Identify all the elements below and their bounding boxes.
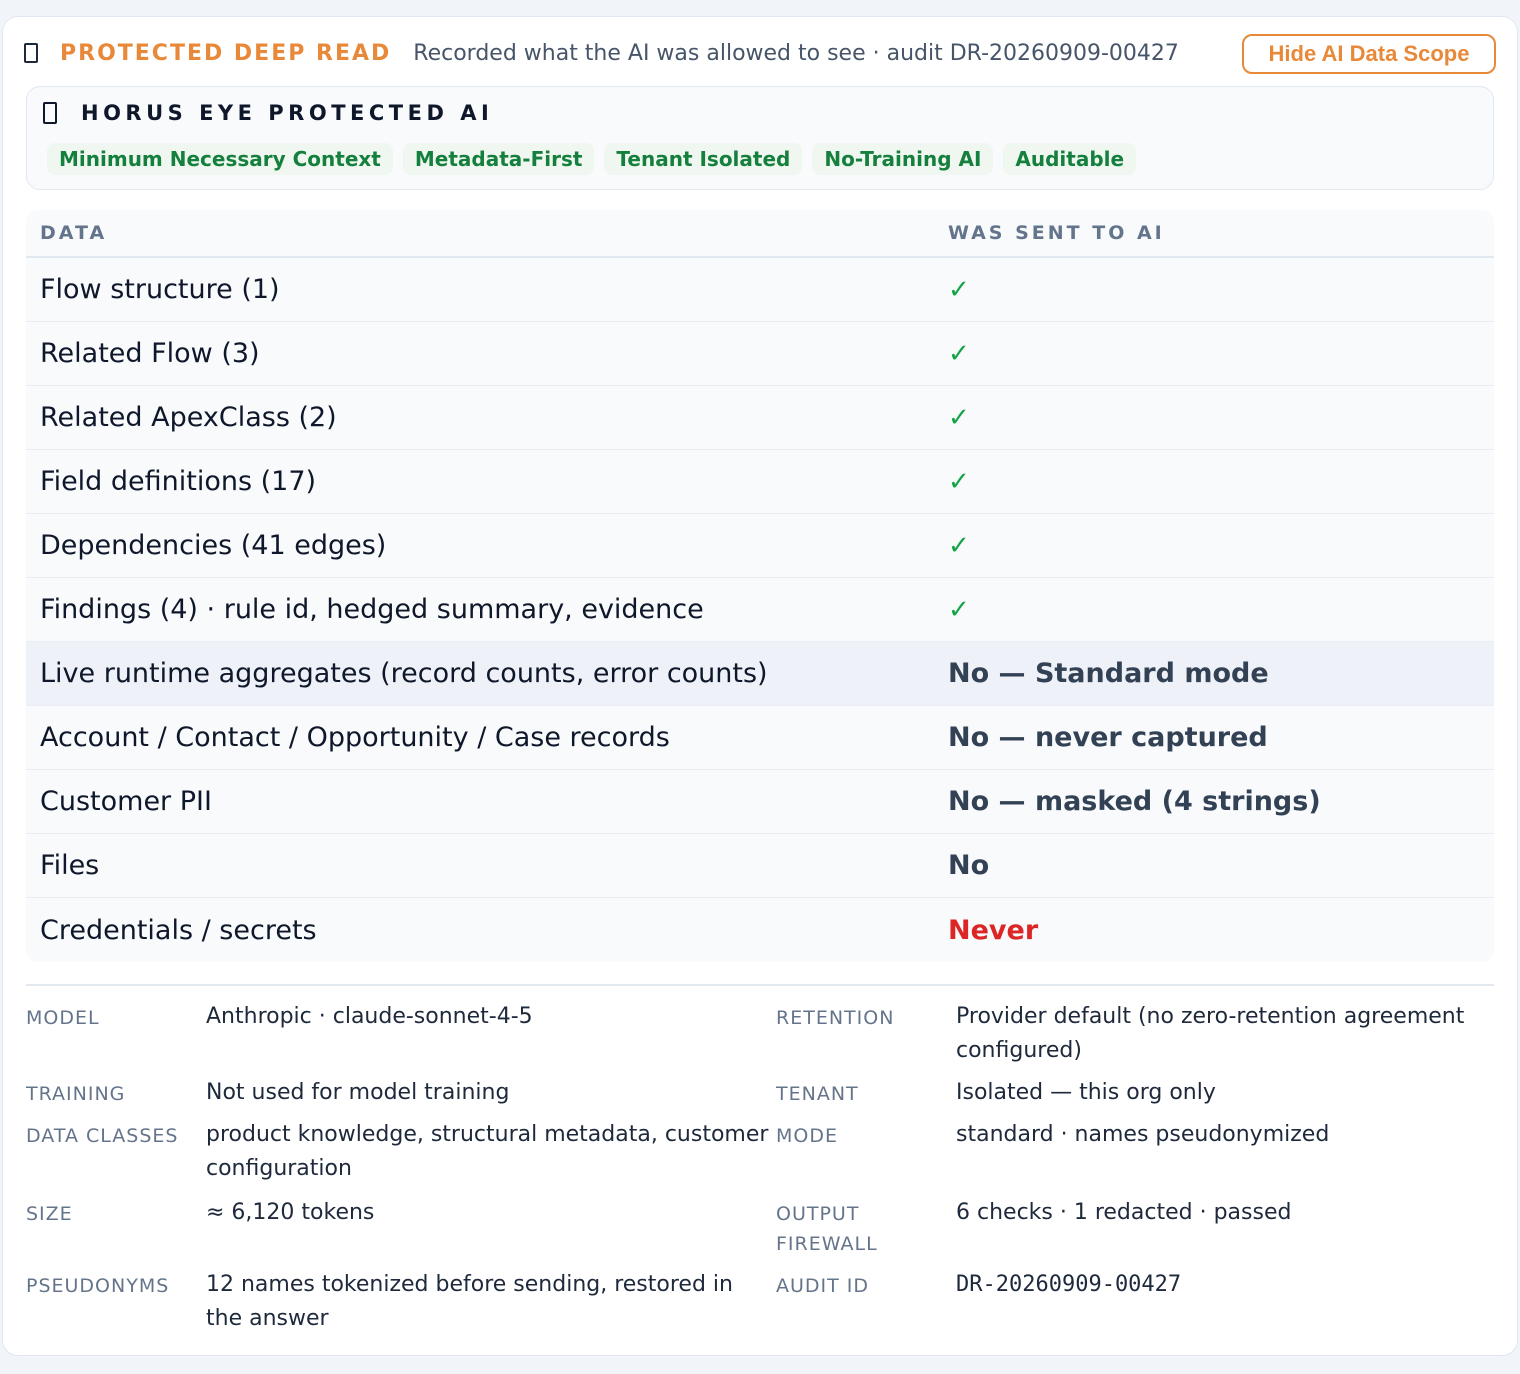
training-value: Not used for model training <box>206 1080 510 1105</box>
table-header: DATA WAS SENT TO AI <box>26 210 1494 258</box>
shield-icon <box>43 102 57 124</box>
training-label: TRAINING <box>26 1083 126 1105</box>
output-firewall-value: 6 checks · 1 redacted · passed <box>956 1200 1292 1225</box>
ai-call-metadata: MODEL Anthropic · claude-sonnet-4-5 RETE… <box>26 1000 1494 1340</box>
check-icon: ✓ <box>948 402 970 433</box>
row-data: Credentials / secrets <box>40 914 317 946</box>
header-subtitle: Recorded what the AI was allowed to see … <box>413 40 1179 66</box>
meta-row: MODEL Anthropic · claude-sonnet-4-5 RETE… <box>26 1000 1494 1076</box>
table-row: Credentials / secrets Never <box>26 898 1494 962</box>
row-sent-status: Never <box>948 914 1039 946</box>
table-row: Files No <box>26 834 1494 898</box>
section-divider <box>26 984 1494 986</box>
pill-tenant-isolated: Tenant Isolated <box>604 143 803 175</box>
audit-id-label: AUDIT ID <box>776 1275 870 1297</box>
row-data: Flow structure (1) <box>40 274 280 305</box>
pill-auditable: Auditable <box>1003 143 1137 175</box>
row-data: Findings (4) · rule id, hedged summary, … <box>40 594 704 625</box>
meta-row: PSEUDONYMS 12 names tokenized before sen… <box>26 1268 1494 1340</box>
mode-label: MODE <box>776 1125 838 1147</box>
table-row: Related ApexClass (2) ✓ <box>26 386 1494 450</box>
row-data: Account / Contact / Opportunity / Case r… <box>40 722 670 753</box>
check-icon: ✓ <box>948 274 970 305</box>
meta-row: DATA CLASSES product knowledge, structur… <box>26 1118 1494 1196</box>
data-classes-label: DATA CLASSES <box>26 1125 179 1147</box>
table-row: Customer PII No — masked (4 strings) <box>26 770 1494 834</box>
pill-minimum-necessary-context: Minimum Necessary Context <box>47 143 393 175</box>
row-data: Customer PII <box>40 786 212 817</box>
data-scope-table: DATA WAS SENT TO AI Flow structure (1) ✓… <box>26 210 1494 962</box>
data-classes-value: product knowledge, structural metadata, … <box>206 1122 769 1181</box>
meta-row: SIZE ≈ 6,120 tokens OUTPUT FIREWALL 6 ch… <box>26 1196 1494 1268</box>
table-row: Live runtime aggregates (record counts, … <box>26 642 1494 706</box>
retention-label: RETENTION <box>776 1007 895 1029</box>
check-icon: ✓ <box>948 338 970 369</box>
pseudonyms-value: 12 names tokenized before sending, resto… <box>206 1272 733 1331</box>
row-sent-status: No <box>948 850 990 881</box>
protected-ai-box: HORUS EYE PROTECTED AI Minimum Necessary… <box>26 86 1494 190</box>
model-label: MODEL <box>26 1007 100 1029</box>
protected-ai-title-text: HORUS EYE PROTECTED AI <box>81 101 494 125</box>
check-icon: ✓ <box>948 466 970 497</box>
pill-metadata-first: Metadata-First <box>402 143 595 175</box>
retention-value: Provider default (no zero-retention agre… <box>956 1004 1465 1063</box>
hide-ai-data-scope-button[interactable]: Hide AI Data Scope <box>1242 34 1496 74</box>
row-data: Live runtime aggregates (record counts, … <box>40 658 768 689</box>
model-value: Anthropic · claude-sonnet-4-5 <box>206 1004 533 1029</box>
tenant-label: TENANT <box>776 1083 859 1105</box>
output-firewall-label: OUTPUT FIREWALL <box>776 1203 878 1255</box>
row-data: Dependencies (41 edges) <box>40 530 387 561</box>
meta-row: TRAINING Not used for model training TEN… <box>26 1076 1494 1118</box>
table-row: Dependencies (41 edges) ✓ <box>26 514 1494 578</box>
table-row: Field definitions (17) ✓ <box>26 450 1494 514</box>
row-data: Related Flow (3) <box>40 338 260 369</box>
tenant-value: Isolated — this org only <box>956 1080 1216 1105</box>
check-icon: ✓ <box>948 530 970 561</box>
column-header-data: DATA <box>40 222 108 244</box>
table-row: Flow structure (1) ✓ <box>26 258 1494 322</box>
protected-ai-title: HORUS EYE PROTECTED AI <box>43 101 493 125</box>
size-label: SIZE <box>26 1203 73 1225</box>
mode-value: standard · names pseudonymized <box>956 1122 1330 1147</box>
column-header-sent: WAS SENT TO AI <box>948 222 1165 244</box>
row-data: Files <box>40 850 100 881</box>
principle-pills: Minimum Necessary Context Metadata-First… <box>47 143 1137 175</box>
table-row: Findings (4) · rule id, hedged summary, … <box>26 578 1494 642</box>
header-kicker: PROTECTED DEEP READ <box>60 40 392 66</box>
row-sent-status: No — Standard mode <box>948 658 1269 689</box>
row-data: Related ApexClass (2) <box>40 402 337 433</box>
table-row: Account / Contact / Opportunity / Case r… <box>26 706 1494 770</box>
pill-no-training-ai: No-Training AI <box>812 143 994 175</box>
audit-id-value: DR-20260909-00427 <box>956 1272 1182 1297</box>
pseudonyms-label: PSEUDONYMS <box>26 1275 170 1297</box>
row-sent-status: No — masked (4 strings) <box>948 786 1321 817</box>
shield-icon <box>24 43 38 63</box>
table-row: Related Flow (3) ✓ <box>26 322 1494 386</box>
row-sent-status: No — never captured <box>948 722 1268 753</box>
check-icon: ✓ <box>948 594 970 625</box>
size-value: ≈ 6,120 tokens <box>206 1200 375 1225</box>
row-data: Field definitions (17) <box>40 466 317 497</box>
